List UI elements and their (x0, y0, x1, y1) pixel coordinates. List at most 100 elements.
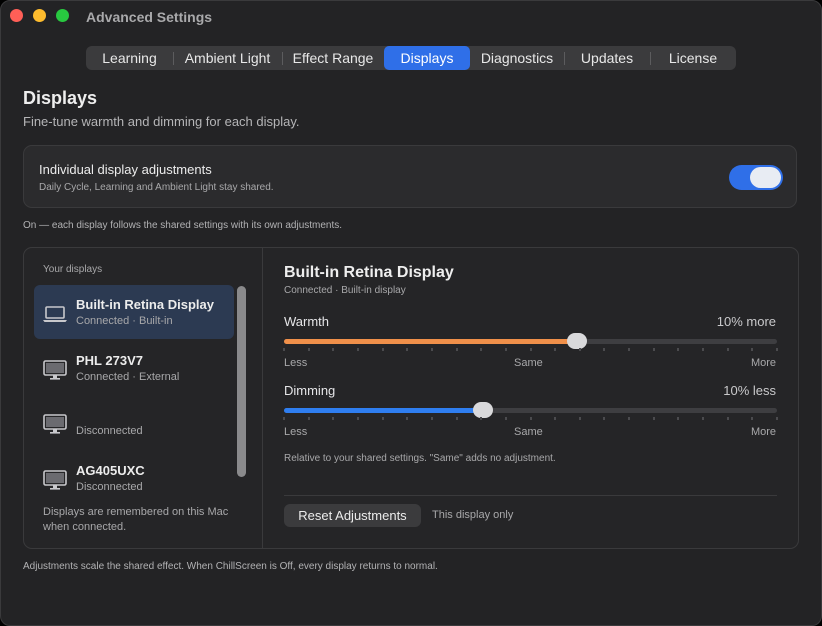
tab-license[interactable]: License (650, 46, 736, 70)
warmth-tick (504, 348, 507, 351)
warmth-tick (603, 348, 606, 351)
individual-adjustments-toggle[interactable] (729, 165, 783, 190)
dimming-tick (381, 417, 384, 420)
dimming-tick (480, 417, 483, 420)
reset-scope-label: This display only (432, 509, 514, 521)
dimming-tick (603, 417, 606, 420)
display-item-built-in-retina[interactable]: Built-in Retina Display Connected · Buil… (34, 285, 234, 339)
dimming-tick (356, 417, 359, 420)
dimming-slider-thumb[interactable] (472, 402, 493, 418)
tab-diagnostics[interactable]: Diagnostics (470, 46, 564, 70)
display-item-name: AG405UXC (76, 463, 145, 478)
display-item-unnamed[interactable]: Disconnected (34, 395, 234, 449)
warmth-tick (578, 348, 581, 351)
advanced-settings-window: Advanced Settings Learning Ambient Light… (0, 0, 822, 626)
warmth-tick (406, 348, 409, 351)
display-item-status: Connected · Built-in (76, 315, 173, 327)
dimming-ticks (283, 417, 778, 421)
warmth-value: 10% more (716, 314, 776, 329)
individual-adjustments-note: On — each display follows the shared set… (23, 220, 343, 231)
displays-panel: Your displays Built-in Retina Display Co… (23, 247, 799, 549)
warmth-tick (356, 348, 359, 351)
warmth-tick (283, 348, 285, 351)
laptop-icon (43, 306, 67, 322)
warmth-slider[interactable] (284, 333, 777, 349)
dimming-tick (307, 417, 310, 420)
dimming-tick (652, 417, 655, 420)
display-item-status: Disconnected (76, 481, 143, 493)
reset-adjustments-button[interactable]: Reset Adjustments (284, 504, 421, 527)
tab-bar: Learning Ambient Light Effect Range Disp… (86, 46, 736, 70)
toggle-knob (750, 167, 781, 188)
displays-remembered-note: Displays are remembered on this Mac when… (43, 506, 229, 533)
warmth-tick (307, 348, 310, 351)
monitor-icon (43, 414, 67, 434)
dimming-tick (430, 417, 433, 420)
warmth-tick (776, 348, 778, 351)
close-window-button[interactable] (10, 9, 23, 22)
dimming-tick (578, 417, 581, 420)
displays-list: Your displays Built-in Retina Display Co… (24, 248, 263, 548)
dimming-tick (554, 417, 557, 420)
dimming-scale-same: Same (514, 426, 543, 438)
individual-adjustments-card: Individual display adjustments Daily Cyc… (23, 145, 797, 208)
tab-ambient-light[interactable]: Ambient Light (173, 46, 282, 70)
tab-learning[interactable]: Learning (86, 46, 173, 70)
monitor-icon (43, 360, 67, 380)
dimming-tick (628, 417, 631, 420)
warmth-tick (652, 348, 655, 351)
warmth-ticks (283, 348, 778, 352)
page-title: Displays (23, 88, 98, 108)
your-displays-header: Your displays (43, 264, 103, 275)
warmth-tick (702, 348, 705, 351)
dimming-tick (406, 417, 409, 420)
warmth-tick (332, 348, 335, 351)
window-title: Advanced Settings (86, 9, 213, 25)
dimming-slider-fill (284, 408, 483, 413)
detail-title: Built-in Retina Display (284, 264, 454, 281)
tab-effect-range[interactable]: Effect Range (282, 46, 384, 70)
warmth-slider-fill (284, 339, 578, 344)
dimming-tick (776, 417, 778, 420)
display-detail: Built-in Retina Display Connected · Buil… (262, 248, 798, 548)
displays-list-scrollbar[interactable] (237, 286, 246, 477)
dimming-scale-less: Less (284, 426, 308, 438)
detail-divider (284, 495, 777, 496)
warmth-tick (430, 348, 433, 351)
warmth-tick (751, 348, 754, 351)
dimming-tick (726, 417, 729, 420)
display-item-status: Disconnected (76, 425, 143, 437)
display-item-ag405uxc[interactable]: AG405UXC Disconnected (34, 451, 234, 505)
warmth-tick (455, 348, 458, 351)
display-item-phl-273v7[interactable]: PHL 273V7 Connected · External (34, 341, 234, 395)
dimming-tick (455, 417, 458, 420)
warmth-tick (529, 348, 532, 351)
individual-adjustments-subtitle: Daily Cycle, Learning and Ambient Light … (39, 182, 274, 193)
zoom-window-button[interactable] (56, 9, 69, 22)
warmth-scale-less: Less (284, 357, 308, 369)
warmth-slider-thumb[interactable] (567, 333, 588, 349)
warmth-tick (628, 348, 631, 351)
minimize-window-button[interactable] (33, 9, 46, 22)
display-item-name: PHL 273V7 (76, 353, 143, 368)
dimming-value: 10% less (723, 383, 776, 398)
display-item-name: Built-in Retina Display (76, 297, 214, 312)
individual-adjustments-title: Individual display adjustments (39, 162, 212, 177)
dimming-slider[interactable] (284, 402, 777, 418)
warmth-tick (726, 348, 729, 351)
dimming-tick (504, 417, 507, 420)
display-item-status: Connected · External (76, 371, 180, 383)
monitor-icon (43, 470, 67, 490)
relative-note: Relative to your shared settings. "Same"… (284, 453, 556, 464)
tab-displays[interactable]: Displays (384, 46, 470, 70)
title-bar: Advanced Settings (1, 1, 821, 33)
warmth-label: Warmth (284, 314, 330, 329)
tab-updates[interactable]: Updates (564, 46, 650, 70)
dimming-label: Dimming (284, 383, 336, 398)
warmth-tick (677, 348, 680, 351)
page-subtitle: Fine-tune warmth and dimming for each di… (23, 114, 300, 129)
dimming-tick (283, 417, 285, 420)
dimming-tick (332, 417, 335, 420)
dimming-tick (702, 417, 705, 420)
dimming-scale-more: More (750, 426, 776, 438)
